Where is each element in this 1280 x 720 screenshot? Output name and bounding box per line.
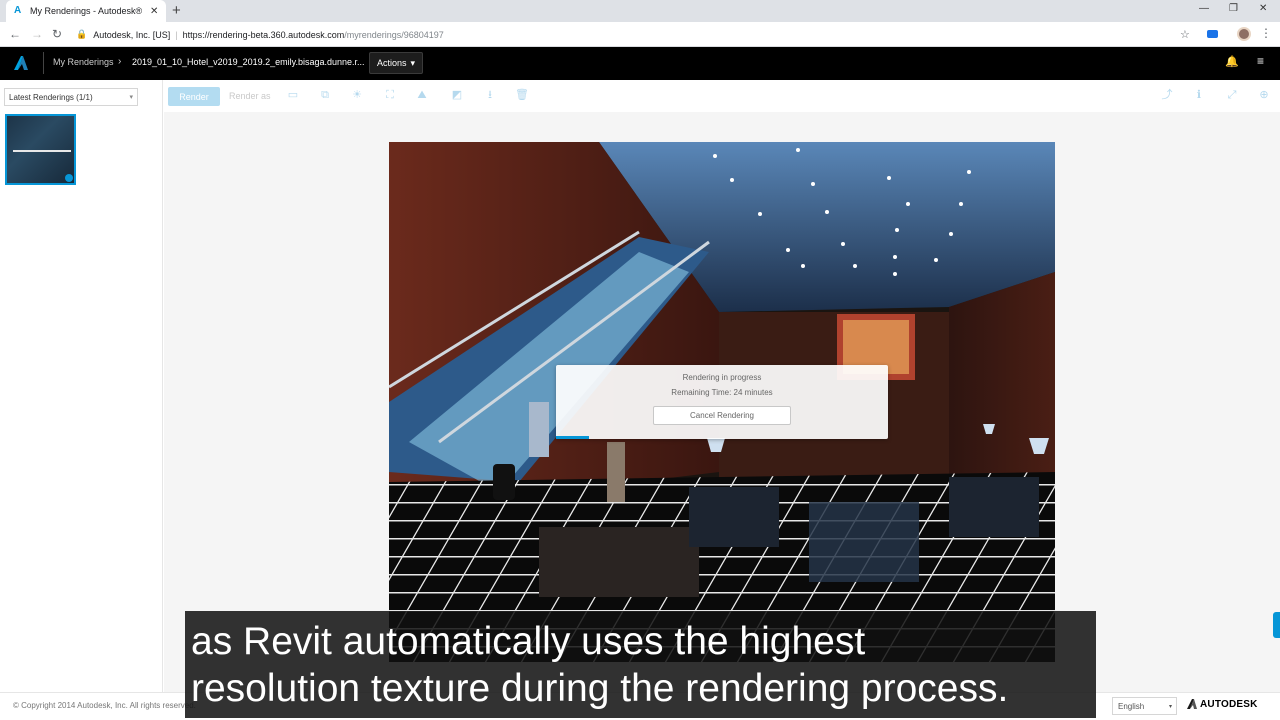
download-icon[interactable]: ⭳ (483, 88, 497, 102)
caption-line-1: as Revit automatically uses the highest (191, 620, 866, 663)
rendering-thumbnail[interactable] (5, 114, 76, 185)
breadcrumb-current-file: 2019_01_10_Hotel_v2019_2019.2_emily.bisa… (132, 57, 365, 67)
new-tab-button[interactable]: + (172, 2, 181, 19)
language-value: English (1118, 701, 1145, 711)
renderings-filter-select[interactable]: Latest Renderings (1/1) ▾ (4, 88, 138, 106)
back-icon[interactable]: ← (9, 27, 21, 41)
url-field[interactable]: 🔒 Autodesk, Inc. [US] | https://renderin… (76, 25, 1196, 44)
header-divider (43, 52, 44, 74)
stereo-icon[interactable]: ⧉ (318, 88, 332, 102)
autodesk-brand-logo-icon (1187, 699, 1197, 709)
dialog-title: Rendering in progress (682, 373, 762, 382)
cancel-rendering-button[interactable]: Cancel Rendering (653, 406, 791, 425)
filter-value: Latest Renderings (1/1) (9, 92, 93, 102)
info-icon[interactable]: ℹ (1192, 88, 1206, 102)
notifications-bell-icon[interactable]: 🔔 (1225, 55, 1239, 68)
bookmark-star-icon[interactable]: ☆ (1180, 28, 1190, 41)
thumbnail-status-icon (65, 174, 73, 182)
tab-title: My Renderings - Autodesk® Ren (30, 6, 142, 16)
autodesk-favicon-icon: A (14, 5, 22, 16)
language-select[interactable]: English ▾ (1112, 697, 1177, 715)
autodesk-brand-text: AUTODESK (1200, 699, 1258, 710)
reload-icon[interactable]: ↻ (52, 27, 62, 41)
caption-line-2: resolution texture during the rendering … (191, 667, 1009, 710)
browser-tab-strip (0, 0, 1280, 22)
browser-menu-icon[interactable]: ⋮ (1260, 26, 1272, 40)
delete-icon[interactable]: 🗑 (515, 88, 529, 102)
tab-close-icon[interactable]: ✕ (150, 6, 158, 17)
feedback-side-tab[interactable] (1273, 612, 1280, 638)
render-as-button[interactable]: Render as (229, 91, 271, 101)
close-window-icon[interactable]: ✕ (1259, 3, 1267, 14)
lock-icon: 🔒 (76, 29, 88, 39)
breadcrumb-my-renderings[interactable]: My Renderings (53, 57, 114, 67)
copyright-text: © Copyright 2014 Autodesk, Inc. All righ… (13, 701, 196, 710)
forward-icon[interactable]: → (31, 27, 43, 41)
chevron-down-icon: ▾ (410, 57, 416, 68)
adjust-image-icon[interactable]: ◩ (450, 88, 464, 102)
fullscreen-icon[interactable]: ⤢ (1225, 88, 1239, 102)
minimize-icon[interactable]: — (1199, 3, 1209, 14)
chevron-down-icon: ▾ (1168, 704, 1172, 710)
url-separator: | (175, 29, 178, 40)
thumbnail-progress-line (13, 150, 71, 152)
autodesk-logo-icon[interactable] (12, 55, 30, 71)
url-path: /myrenderings/96804197 (344, 29, 444, 40)
profile-avatar[interactable] (1237, 27, 1251, 41)
site-identity: Autodesk, Inc. [US] (93, 29, 171, 40)
actions-label: Actions (377, 58, 407, 68)
actions-dropdown-button[interactable]: Actions ▾ (369, 52, 424, 74)
zoom-icon[interactable]: ⊕ (1257, 88, 1271, 102)
browser-tab[interactable]: A My Renderings - Autodesk® Ren ✕ (6, 0, 166, 22)
render-button[interactable]: Render (168, 87, 220, 106)
breadcrumb-chevron-icon: › (118, 56, 122, 67)
restore-icon[interactable]: ❐ (1229, 3, 1238, 14)
video-subtitle-caption: as Revit automatically uses the highest … (185, 611, 1096, 718)
extension-icon[interactable] (1207, 30, 1218, 38)
url-host: https://rendering-beta.360.autodesk.com (182, 29, 345, 40)
panorama-icon[interactable]: ▭ (286, 88, 300, 102)
exposure-icon[interactable]: ☀ (350, 88, 364, 102)
chevron-down-icon: ▾ (129, 94, 133, 101)
environment-icon[interactable]: ⛰ (415, 88, 429, 102)
hamburger-menu-icon[interactable]: ≡ (1257, 54, 1264, 68)
rendering-progress-bar (556, 436, 589, 439)
crop-icon[interactable]: ⛶ (383, 88, 397, 102)
share-icon[interactable]: ⤴ (1160, 88, 1174, 102)
remaining-time-text: Remaining Time: 24 minutes (671, 388, 773, 397)
